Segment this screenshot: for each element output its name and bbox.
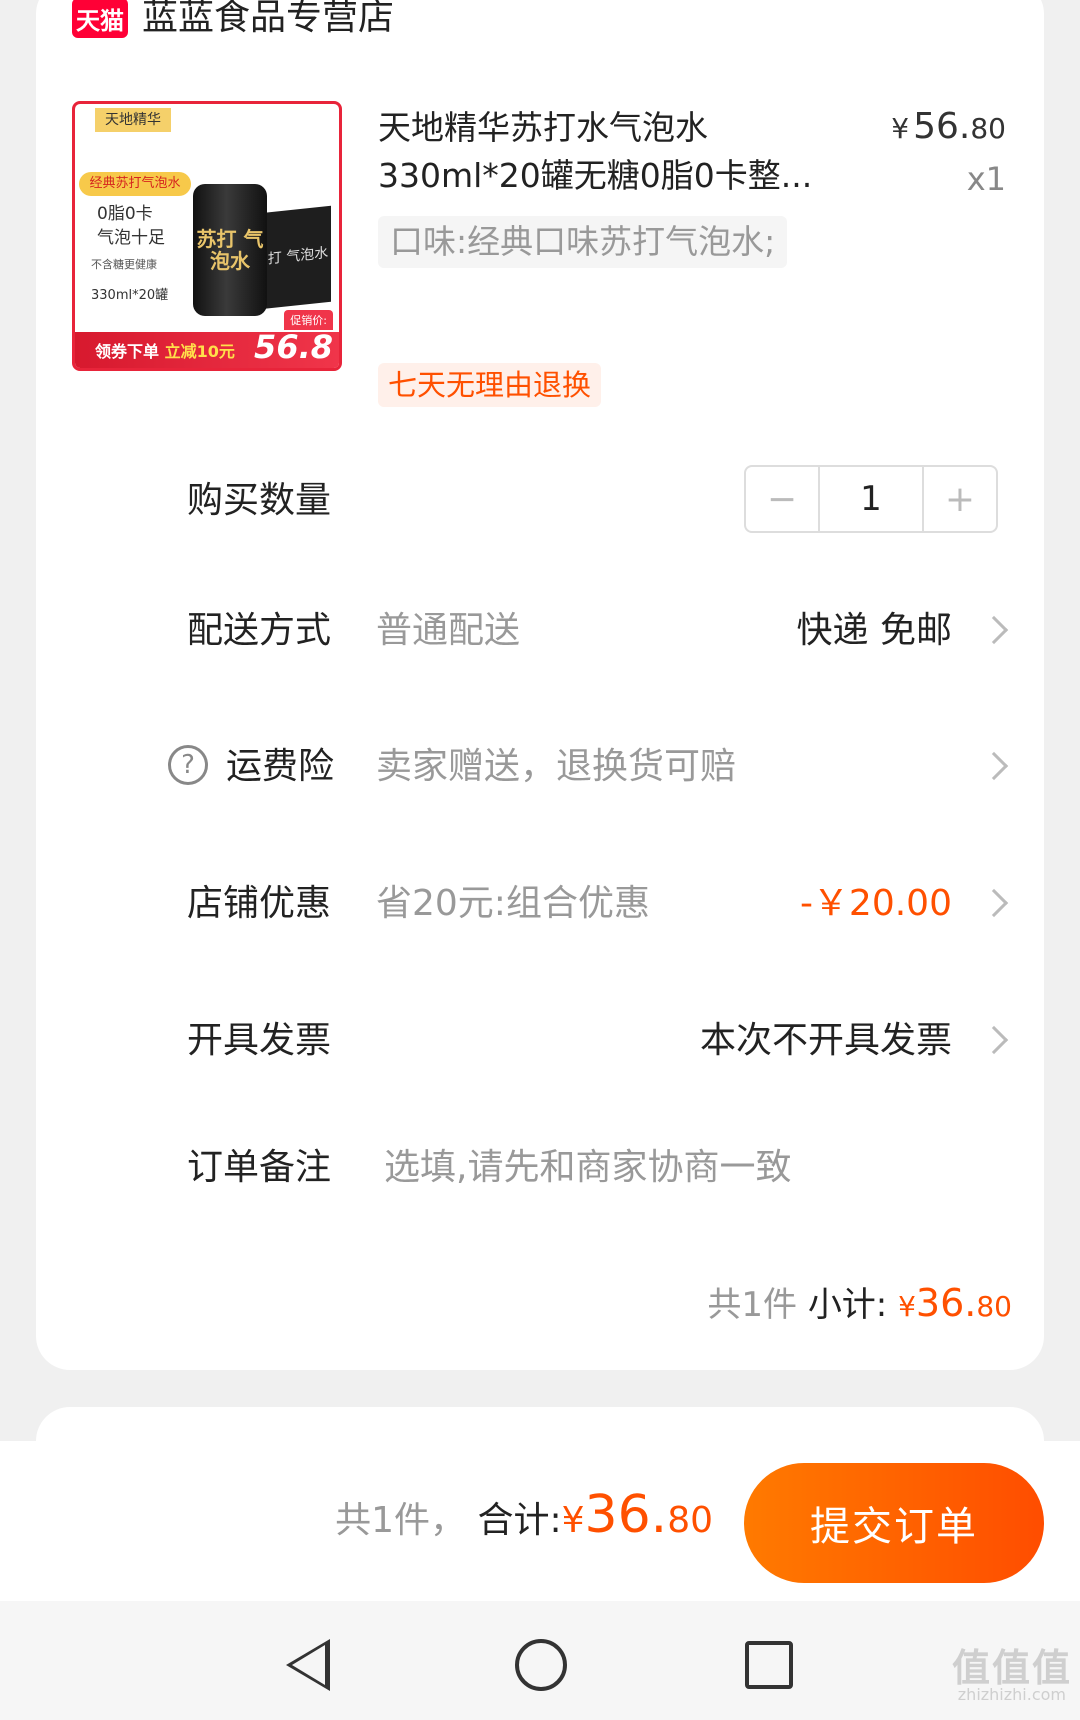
product-title-line2: 330ml*20罐无糖0脂0卡整... (378, 156, 813, 195)
total-amount: 36. (584, 1485, 668, 1545)
delivery-right: 快递 免邮 (796, 610, 952, 651)
subtotal-label: 小计: (807, 1285, 888, 1325)
tmall-logo: 天猫 (72, 0, 128, 38)
product-title-line1: 天地精华苏打水气泡水 (378, 108, 708, 147)
help-circle-icon[interactable]: ? (168, 745, 208, 785)
increment-button[interactable]: + (924, 467, 996, 531)
thumb-brand: 天地精华 (95, 108, 171, 132)
watermark: 值值值 (951, 1646, 1072, 1690)
quantity-stepper[interactable]: − 1 + (744, 465, 998, 533)
thumb-can: 苏打 气泡水 (193, 184, 267, 316)
order-total: 共1件， 合计:¥36.80 (335, 1485, 713, 1545)
decrement-button[interactable]: − (746, 467, 818, 531)
thumb-text: 0脂0卡 气泡十足 (97, 202, 165, 250)
thumb-ribbon-accent: 立减10元 (164, 342, 235, 361)
product-title[interactable]: 天地精华苏打水气泡水 330ml*20罐无糖0脂0卡整... (378, 104, 828, 200)
insurance-label: 运费险 (226, 746, 335, 787)
back-nav-icon-inner (292, 1645, 325, 1685)
discount-label: 店铺优惠 (187, 883, 332, 924)
thumb-pill: 经典苏打气泡水 (79, 172, 191, 196)
quantity-label: 购买数量 (187, 480, 332, 521)
discount-value: 省20元:组合优惠 (376, 883, 650, 924)
shop-name[interactable]: 蓝蓝食品专营店 (142, 0, 394, 42)
quantity-value[interactable]: 1 (818, 467, 924, 531)
return-badge: 七天无理由退换 (378, 363, 602, 407)
subtotal-count: 共1件 (707, 1285, 797, 1325)
sku-label: 口味:经典口味苏打气泡水; (378, 216, 788, 268)
total-count: 共1件， (335, 1500, 466, 1541)
product-price: ¥56.80 (891, 106, 1006, 147)
thumb-promo-tag: 促销价: (284, 310, 333, 330)
total-label: 合计: (477, 1500, 562, 1541)
delivery-method: 普通配送 (376, 610, 521, 651)
watermark-url: zhizhizhi.com (957, 1685, 1066, 1704)
checkout-bar: 共1件， 合计:¥36.80 提交订单 (0, 1441, 1080, 1601)
thumb-ribbon-text: 领券下单 立减10元 (95, 342, 235, 361)
thumb-line3: 不含糖更健康 (91, 258, 157, 271)
thumb-line2: 气泡十足 (97, 228, 165, 248)
invoice-value: 本次不开具发票 (699, 1020, 952, 1061)
subtotal: 共1件 小计: ¥36.80 (707, 1277, 1012, 1326)
thumb-line4: 330ml*20罐 (91, 288, 169, 303)
discount-amount: -￥20.00 (799, 883, 952, 924)
note-label: 订单备注 (187, 1147, 332, 1188)
invoice-label: 开具发票 (187, 1020, 332, 1061)
thumb-ribbon-price: 56.8 (254, 328, 333, 366)
subtotal-amount: ¥36.80 (898, 1281, 1012, 1325)
recent-apps-icon[interactable] (745, 1641, 793, 1689)
thumb-line1: 0脂0卡 (97, 204, 153, 224)
product-thumbnail[interactable]: 天地精华 经典苏打气泡水 0脂0卡 气泡十足 不含糖更健康 330ml*20罐 … (72, 101, 342, 371)
submit-order-button[interactable]: 提交订单 (744, 1463, 1044, 1583)
delivery-label: 配送方式 (187, 610, 332, 651)
insurance-value: 卖家赠送，退换货可赔 (376, 746, 737, 787)
note-input[interactable]: 选填,请先和商家协商一致 (384, 1143, 791, 1193)
system-nav-bar: 值值值 zhizhizhi.com (0, 1601, 1080, 1720)
product-quantity: x1 (966, 160, 1006, 198)
home-nav-icon[interactable] (515, 1639, 567, 1691)
